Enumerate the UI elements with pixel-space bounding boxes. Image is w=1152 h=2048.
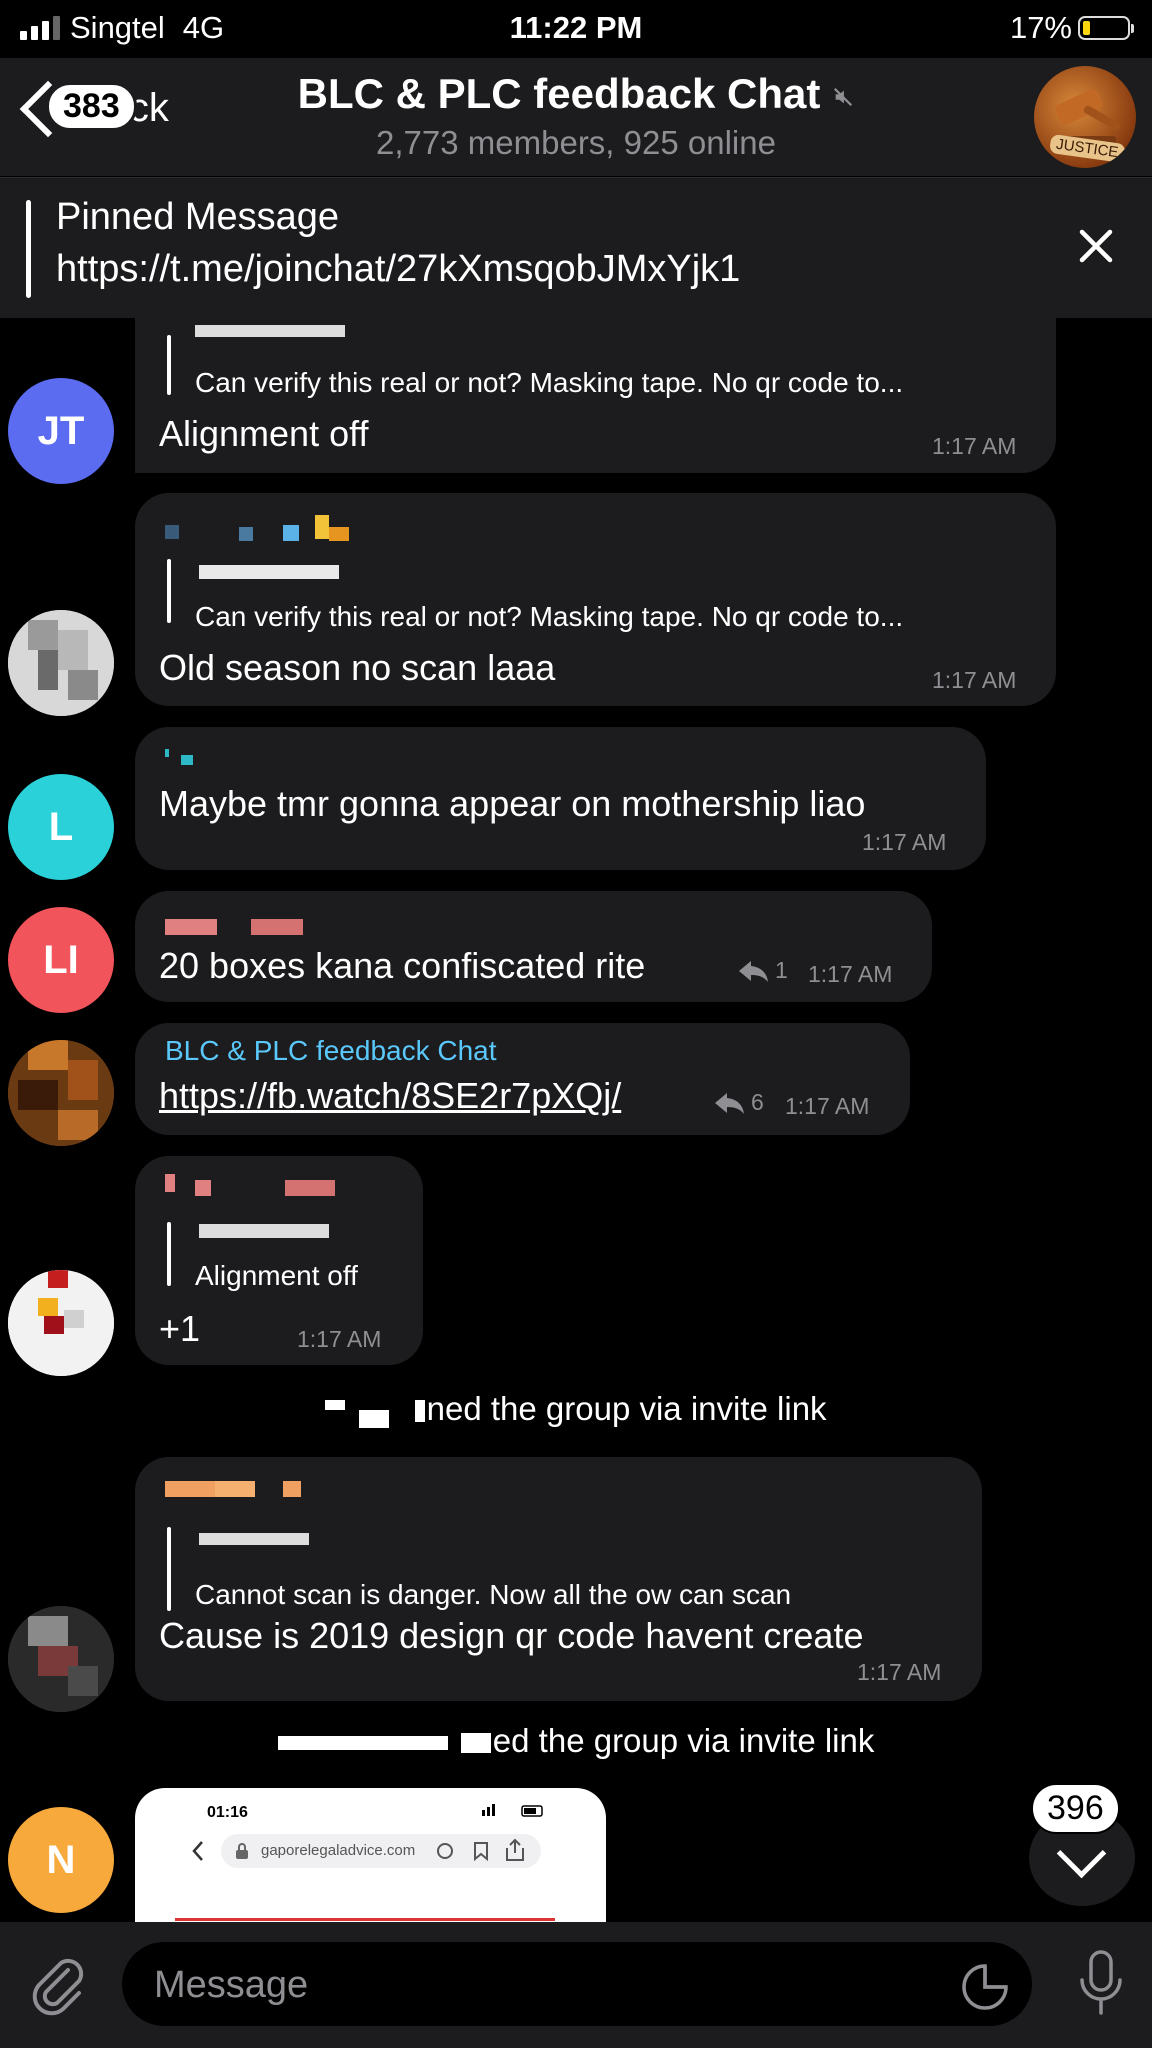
blurred-avatar-image	[8, 1040, 114, 1146]
sender-name[interactable]: BLC & PLC feedback Chat	[165, 1035, 497, 1067]
sender-name	[165, 515, 395, 545]
service-text: ned the group via invite link	[426, 1390, 827, 1427]
chat-header: Back 383 BLC & PLC feedback Chat 2,773 m…	[0, 58, 1152, 176]
avatar[interactable]	[8, 610, 114, 716]
message-bubble[interactable]: Can verify this real or not? Masking tap…	[135, 493, 1056, 706]
message-bubble[interactable]: BLC & PLC feedback Chat https://fb.watch…	[135, 1023, 910, 1135]
reply-arrow-icon	[715, 1092, 744, 1114]
message-time: 1:17 AM	[297, 1326, 382, 1352]
service-message: ned the group via invite link	[0, 1390, 1152, 1429]
browser-actions-icon	[437, 1838, 524, 1862]
blurred-avatar-image	[8, 1270, 114, 1376]
sender-name	[195, 325, 345, 337]
message-time: 1:17 AM	[932, 433, 1017, 459]
reply-bar	[167, 1527, 171, 1611]
microphone-icon[interactable]	[1076, 1950, 1126, 2016]
close-icon[interactable]	[1074, 224, 1118, 268]
message-text: +1	[159, 1308, 201, 1349]
clock: 11:22 PM	[509, 10, 643, 45]
thumb-status-icons	[482, 1804, 543, 1817]
sender-name	[165, 1481, 315, 1499]
reply-arrow-icon	[739, 960, 768, 982]
sender-name	[165, 749, 205, 769]
blurred-avatar-image	[8, 1606, 114, 1712]
share-count[interactable]: 1	[737, 957, 788, 984]
sticker-icon[interactable]	[960, 1962, 1010, 2012]
pinned-title: Pinned Message	[56, 196, 340, 238]
image-message[interactable]: 01:16 gaporelegaladvice.com	[135, 1788, 606, 1924]
reply-quote[interactable]: Can verify this real or not? Masking tap…	[195, 601, 903, 633]
message-time: 1:17 AM	[857, 1659, 942, 1685]
group-avatar[interactable]: JUSTICE	[1034, 66, 1136, 168]
reply-sender	[199, 1533, 309, 1545]
sender-name	[165, 919, 303, 937]
reply-sender	[199, 565, 339, 579]
message-time: 1:17 AM	[862, 829, 947, 855]
avatar[interactable]	[8, 1040, 114, 1146]
message-input[interactable]: Message	[122, 1942, 1032, 2026]
pinned-link: https://t.me/joinchat/27kXmsqobJMxYjk1	[56, 248, 741, 290]
service-message: ed the group via invite link	[0, 1722, 1152, 1760]
chevron-left-icon	[192, 1841, 203, 1861]
message-text: Cause is 2019 design qr code havent crea…	[159, 1615, 864, 1656]
message-text: Old season no scan laaa	[159, 647, 556, 688]
message-time: 1:17 AM	[808, 961, 893, 987]
message-text: Alignment off	[159, 413, 369, 454]
message-text: 20 boxes kana confiscated rite	[159, 945, 646, 986]
chat-title[interactable]: BLC & PLC feedback Chat	[0, 70, 1152, 118]
mute-icon	[834, 87, 853, 106]
reply-quote[interactable]: Alignment off	[195, 1260, 358, 1292]
lock-icon	[236, 1843, 248, 1859]
reply-bar	[167, 1222, 171, 1286]
chat-subtitle: 2,773 members, 925 online	[376, 124, 776, 161]
message-bubble[interactable]: Maybe tmr gonna appear on mothership lia…	[135, 727, 986, 870]
blurred-avatar-image	[8, 610, 114, 716]
unread-count-badge: 396	[1031, 1783, 1120, 1834]
avatar[interactable]: L	[8, 774, 114, 880]
message-bubble[interactable]: Cannot scan is danger. Now all the ow ca…	[135, 1457, 982, 1701]
chat-title-text: BLC & PLC feedback Chat	[297, 70, 821, 117]
avatar[interactable]: JT	[8, 378, 114, 484]
message-time: 1:17 AM	[785, 1093, 870, 1119]
share-count[interactable]: 6	[713, 1089, 764, 1116]
message-link[interactable]: https://fb.watch/8SE2r7pXQj/	[159, 1075, 621, 1117]
avatar[interactable]: LI	[8, 907, 114, 1013]
reply-bar	[167, 335, 171, 395]
status-bar: Singtel 4G 11:22 PM 17%	[0, 0, 1152, 58]
reply-bar	[167, 559, 171, 623]
input-bar: Message	[0, 1922, 1152, 2048]
message-time: 1:17 AM	[932, 667, 1017, 693]
thumb-time: 01:16	[207, 1804, 248, 1821]
reply-quote[interactable]: Cannot scan is danger. Now all the ow ca…	[195, 1579, 791, 1611]
message-bubble[interactable]: 20 boxes kana confiscated rite 1 1:17 AM	[135, 891, 932, 1002]
chevron-down-icon	[1056, 1828, 1107, 1879]
battery-icon	[1078, 16, 1134, 40]
message-text: Maybe tmr gonna appear on mothership lia…	[159, 783, 866, 824]
avatar[interactable]	[8, 1606, 114, 1712]
reply-sender	[199, 1224, 329, 1238]
avatar[interactable]	[8, 1270, 114, 1376]
battery-percent: 17%	[1009, 10, 1072, 45]
reply-quote[interactable]: Can verify this real or not? Masking tap…	[195, 367, 903, 399]
service-text: ed the group via invite link	[492, 1722, 875, 1759]
message-bubble[interactable]: Alignment off +1 1:17 AM	[135, 1156, 423, 1365]
paperclip-icon[interactable]	[28, 1956, 88, 2016]
message-placeholder: Message	[154, 1964, 309, 2006]
sender-name	[165, 1174, 345, 1198]
avatar[interactable]: N	[8, 1807, 114, 1913]
message-bubble[interactable]: Can verify this real or not? Masking tap…	[135, 295, 1056, 473]
